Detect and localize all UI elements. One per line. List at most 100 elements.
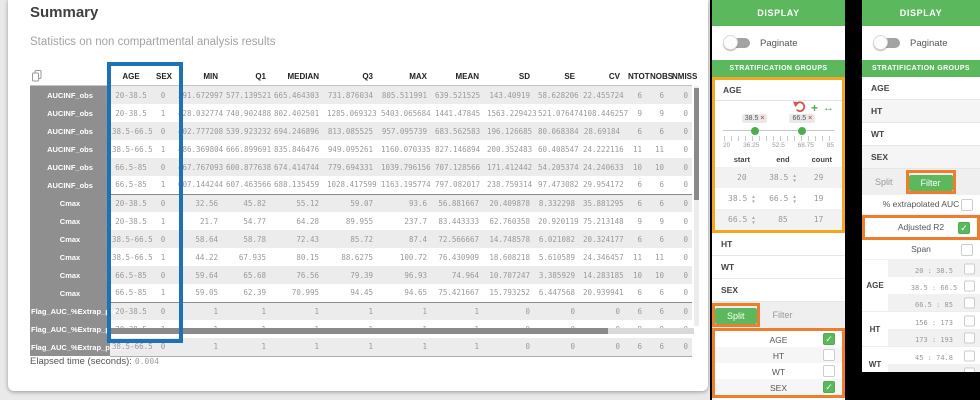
- checkbox[interactable]: [961, 244, 973, 256]
- slider-track[interactable]: [723, 127, 834, 136]
- table-cell: 1: [431, 338, 483, 356]
- range-option[interactable]: 74.8 : 106: [888, 364, 980, 372]
- table-cell: 1: [377, 302, 431, 320]
- range-table-header: start end count: [715, 153, 842, 167]
- group-header-ht[interactable]: HT: [712, 233, 845, 256]
- filter-option-adjusted-r2[interactable]: Adjusted R2✓: [865, 218, 977, 237]
- table-cell: 38.5-66.5: [110, 140, 152, 158]
- row-label: Cmax: [30, 212, 110, 230]
- checkbox[interactable]: [964, 367, 975, 372]
- checkbox[interactable]: [823, 365, 835, 377]
- table-cell: 67.935: [222, 248, 270, 266]
- stepper[interactable]: ▲▼: [792, 194, 796, 204]
- tab-filter[interactable]: Filter: [760, 310, 806, 320]
- checkbox[interactable]: [964, 332, 975, 343]
- stratification-range-row: 66.5▲▼8517: [715, 209, 842, 230]
- copy-icon[interactable]: [32, 75, 42, 84]
- checkbox[interactable]: [964, 280, 975, 291]
- paginate-toggle[interactable]: [725, 38, 750, 48]
- table-cell: 6: [624, 194, 646, 212]
- tab-filter[interactable]: Filter: [909, 175, 953, 191]
- table-cell: 85.72: [323, 230, 377, 248]
- range-option[interactable]: 38.5 : 66.5: [888, 277, 980, 294]
- split-option-ht[interactable]: HT: [715, 347, 842, 363]
- table-cell: 10: [624, 158, 646, 176]
- tab-split[interactable]: Split: [862, 177, 906, 187]
- checkbox[interactable]: [823, 349, 835, 361]
- group-header-sex[interactable]: SEX: [862, 146, 980, 169]
- table-cell: 0: [668, 302, 692, 320]
- slider-handle[interactable]: [751, 127, 759, 135]
- row-label: AUCINF_obs: [30, 104, 110, 122]
- column-header: SEX: [152, 68, 174, 86]
- range-group-ht: HT156 : 173173 : 193: [862, 312, 980, 347]
- horizontal-scrollbar[interactable]: [108, 328, 694, 334]
- stepper[interactable]: ▲▼: [751, 194, 755, 204]
- expand-range-icon[interactable]: ↔: [823, 103, 834, 113]
- copy-header-cell[interactable]: [30, 68, 110, 86]
- table-cell: 486.369804: [174, 140, 222, 158]
- group-header-sex[interactable]: SEX: [712, 279, 845, 302]
- table-cell: 20.409878: [483, 194, 534, 212]
- table-cell: 65.68: [222, 266, 270, 284]
- table-cell: 83.443333: [431, 212, 483, 230]
- step-down-icon[interactable]: ▼: [751, 199, 755, 204]
- range-option[interactable]: 66.5 : 85: [888, 294, 980, 311]
- stratification-section-header: STRATIFICATION GROUPS: [862, 60, 980, 77]
- range-option[interactable]: 156 : 173: [888, 312, 980, 329]
- split-option-age[interactable]: AGE✓: [715, 331, 842, 347]
- stepper[interactable]: ▲▼: [792, 173, 796, 183]
- range-option[interactable]: 45 : 74.8: [888, 347, 980, 364]
- checkbox[interactable]: ✓: [958, 222, 970, 234]
- collapsed-group-list: HTWTSEX: [712, 233, 845, 302]
- table-cell: 58.628206: [534, 86, 579, 105]
- vertical-scrollbar-thumb[interactable]: [694, 88, 699, 200]
- tab-split[interactable]: Split: [715, 308, 757, 324]
- group-header-wt[interactable]: WT: [712, 256, 845, 279]
- table-cell: 805.511991: [377, 86, 431, 105]
- start-value[interactable]: 38.5: [728, 194, 747, 203]
- table-cell: 707.128566: [431, 158, 483, 176]
- filter-option-span[interactable]: Span: [862, 240, 980, 260]
- checkbox[interactable]: ✓: [823, 381, 835, 393]
- table-cell: 54.205374: [534, 158, 579, 176]
- split-option-sex[interactable]: SEX✓: [715, 379, 842, 395]
- table-cell: 6: [646, 284, 668, 302]
- range-option[interactable]: 173 : 193: [888, 329, 980, 346]
- checkbox[interactable]: ✓: [823, 333, 835, 345]
- table-cell: 72.566667: [431, 230, 483, 248]
- end-value[interactable]: 85: [778, 215, 788, 224]
- split-option-wt[interactable]: WT: [715, 363, 842, 379]
- horizontal-scrollbar-thumb[interactable]: [108, 328, 608, 334]
- checkbox[interactable]: [961, 199, 973, 211]
- row-label: Flag_AUC_%Extrap_pred: [30, 320, 110, 338]
- count-value: 29: [814, 173, 824, 182]
- checkbox[interactable]: [964, 297, 975, 308]
- filter-option--extrapolated-auc[interactable]: % extrapolated AUC: [862, 195, 980, 215]
- stepper[interactable]: ▲▼: [751, 215, 755, 225]
- group-header-age[interactable]: AGE: [715, 80, 842, 101]
- paginate-toggle[interactable]: [875, 38, 900, 48]
- add-break-icon[interactable]: +: [811, 103, 818, 113]
- group-header-age[interactable]: AGE: [862, 77, 980, 100]
- step-down-icon[interactable]: ▼: [751, 220, 755, 225]
- range-option[interactable]: 20 : 38.5: [888, 260, 980, 277]
- end-value[interactable]: 66.5: [769, 194, 788, 203]
- step-down-icon[interactable]: ▼: [792, 199, 796, 204]
- checkbox[interactable]: [964, 315, 975, 326]
- group-header-wt[interactable]: WT: [862, 123, 980, 146]
- end-value[interactable]: 38.5: [769, 173, 788, 182]
- step-down-icon[interactable]: ▼: [792, 178, 796, 183]
- start-value[interactable]: 20: [737, 173, 747, 182]
- slider-handle[interactable]: [798, 127, 806, 135]
- group-header-ht[interactable]: HT: [862, 100, 980, 123]
- vertical-scrollbar[interactable]: [694, 86, 699, 326]
- checkbox[interactable]: [964, 350, 975, 361]
- start-value[interactable]: 66.5: [728, 215, 747, 224]
- remove-handle-icon[interactable]: ×: [760, 115, 764, 122]
- checkbox[interactable]: [964, 263, 975, 274]
- stratification-section-header: STRATIFICATION GROUPS: [712, 60, 845, 77]
- remove-handle-icon[interactable]: ×: [808, 115, 812, 122]
- table-row: AUCINF_obs66.5-850467.767093600.87763867…: [30, 158, 692, 176]
- table-row: Flag_AUC_%Extrap_pred20-38.5011111100066…: [30, 302, 692, 320]
